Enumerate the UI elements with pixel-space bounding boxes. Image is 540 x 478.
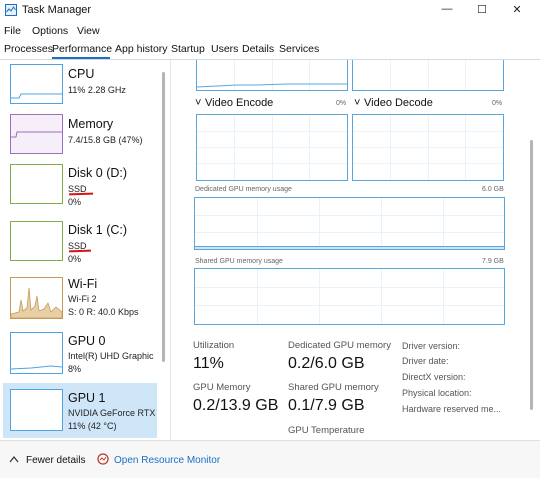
active-tab-indicator (52, 57, 110, 59)
disk1-thumbnail[interactable] (10, 221, 63, 261)
wifi-name[interactable]: Wi-Fi (68, 277, 97, 291)
minimize-button[interactable]: — (439, 3, 455, 17)
video-decode-chevron-icon[interactable]: ˅ (354, 97, 360, 109)
menu-file[interactable]: File (4, 25, 21, 37)
tab-app-history[interactable]: App history (115, 43, 168, 55)
gpu1-name[interactable]: GPU 1 (68, 391, 106, 405)
window-title: Task Manager (22, 4, 92, 16)
tab-performance[interactable]: Performance (52, 43, 112, 55)
physical-location-label: Physical location: (402, 388, 472, 398)
video-decode-label[interactable]: Video Decode (364, 97, 433, 109)
gpu-memory-value: 0.2/13.9 GB (193, 397, 279, 414)
wifi-throughput: S: 0 R: 40.0 Kbps (68, 307, 139, 317)
dedicated-memory-graph (194, 197, 505, 250)
gpu1-model: NVIDIA GeForce RTX (68, 408, 156, 418)
hardware-reserved-label: Hardware reserved me... (402, 404, 502, 414)
shared-memory-caption: Shared GPU memory usage (195, 258, 283, 265)
close-button[interactable]: ✕ (509, 3, 525, 17)
wifi-mini-graph (10, 287, 63, 319)
resource-monitor-icon[interactable] (97, 453, 109, 465)
tab-processes[interactable]: Processes (4, 43, 53, 55)
shared-memory-max: 7.9 GB (482, 258, 504, 265)
driver-date-label: Driver date: (402, 356, 449, 366)
video-encode-label[interactable]: Video Encode (205, 97, 273, 109)
open-resource-monitor-link[interactable]: Open Resource Monitor (114, 455, 220, 466)
shared-gpu-memory-value: 0.1/7.9 GB (288, 397, 365, 414)
gpu0-thumbnail[interactable] (10, 332, 63, 374)
disk0-thumbnail[interactable] (10, 164, 63, 204)
gpu-memory-label: GPU Memory (193, 382, 251, 393)
disk0-name[interactable]: Disk 0 (D:) (68, 166, 127, 180)
task-manager-icon (5, 4, 17, 16)
memory-name[interactable]: Memory (68, 117, 113, 131)
wifi-adapter: Wi-Fi 2 (68, 294, 97, 304)
dedicated-gpu-memory-label: Dedicated GPU memory (288, 340, 391, 351)
driver-version-label: Driver version: (402, 341, 461, 351)
video-encode-pct: 0% (336, 100, 347, 107)
directx-version-label: DirectX version: (402, 372, 466, 382)
gpu0-name[interactable]: GPU 0 (68, 334, 106, 348)
disk1-name[interactable]: Disk 1 (C:) (68, 223, 127, 237)
cpu-stats: 11% 2.28 GHz (68, 85, 126, 95)
left-scrollbar[interactable] (162, 72, 165, 362)
gpu0-mini-graph (10, 365, 63, 370)
video-encode-graph (196, 114, 348, 181)
3d-graph (196, 60, 348, 91)
dedicated-gpu-memory-value: 0.2/6.0 GB (288, 355, 365, 372)
fewer-details-link[interactable]: Fewer details (26, 455, 85, 466)
wifi-thumbnail[interactable] (10, 277, 63, 319)
chevron-up-icon[interactable] (9, 455, 19, 463)
utilization-value: 11% (193, 355, 224, 372)
utilization-label: Utilization (193, 340, 235, 351)
tab-startup[interactable]: Startup (171, 43, 205, 55)
video-decode-pct: 0% (492, 100, 503, 107)
menu-options[interactable]: Options (32, 25, 68, 37)
disk1-usage: 0% (68, 254, 82, 264)
video-decode-graph (352, 114, 504, 181)
disk0-usage: 0% (68, 197, 82, 207)
menu-view[interactable]: View (77, 25, 100, 37)
tab-users[interactable]: Users (211, 43, 238, 55)
gpu1-usage: 11% (42 °C) (68, 421, 117, 431)
memory-thumbnail[interactable] (10, 114, 63, 154)
memory-stats: 7.4/15.8 GB (47%) (68, 135, 143, 145)
tab-services[interactable]: Services (279, 43, 319, 55)
gpu0-usage: 8% (68, 364, 82, 374)
dedicated-memory-caption: Dedicated GPU memory usage (195, 186, 292, 193)
gpu0-model: Intel(R) UHD Graphic (68, 351, 154, 361)
gpu1-thumbnail[interactable] (10, 389, 63, 431)
cpu-mini-graph (11, 93, 62, 99)
tab-details[interactable]: Details (242, 43, 274, 55)
right-scrollbar[interactable] (530, 140, 533, 410)
dedicated-memory-max: 6.0 GB (482, 186, 504, 193)
cpu-thumbnail[interactable] (10, 64, 63, 104)
maximize-button[interactable]: ☐ (474, 3, 490, 17)
copy-graph (352, 60, 504, 91)
gpu-temperature-label: GPU Temperature (288, 425, 365, 436)
shared-memory-graph (194, 268, 505, 325)
cpu-name[interactable]: CPU (68, 67, 94, 81)
memory-mini-graph (11, 131, 62, 138)
3d-graph-line (197, 83, 347, 88)
video-encode-chevron-icon[interactable]: ˅ (195, 97, 201, 109)
shared-gpu-memory-label: Shared GPU memory (288, 382, 379, 393)
